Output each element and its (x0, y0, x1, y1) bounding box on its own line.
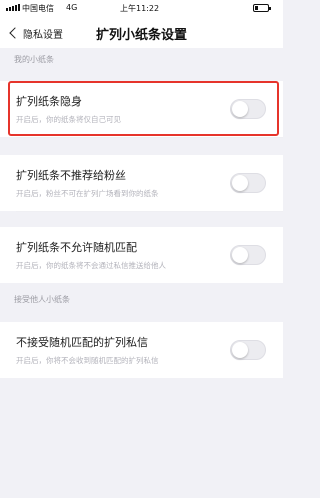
setting-label: 扩列纸条不推荐给粉丝 (16, 169, 126, 182)
back-button[interactable]: 隐私设置 (8, 24, 63, 42)
battery-icon (253, 4, 271, 12)
setting-label: 扩列纸条隐身 (16, 95, 82, 108)
nav-bar: 隐私设置 扩列小纸条设置 (0, 18, 283, 48)
setting-description: 开启后，粉丝不可在扩列广场看到你的纸条 (16, 189, 159, 198)
toggle-knob (232, 247, 248, 263)
toggle-knob (232, 175, 248, 191)
network-type: 4G (66, 3, 78, 12)
setting-row-reject-random-messages: 不接受随机匹配的扩列私信 开启后，你将不会收到随机匹配的扩列私信 (0, 322, 283, 378)
chevron-left-icon (9, 27, 21, 39)
status-bar: 中国电信 4G 上午11:22 (0, 0, 283, 18)
empty-area (0, 385, 283, 498)
toggle-knob (232, 342, 248, 358)
setting-row-no-recommend-fans: 扩列纸条不推荐给粉丝 开启后，粉丝不可在扩列广场看到你的纸条 (0, 155, 283, 211)
clock: 上午11:22 (120, 4, 160, 13)
setting-label: 扩列纸条不允许随机匹配 (16, 241, 137, 254)
setting-description: 开启后，你的纸条将不会通过私信推送给他人 (16, 261, 166, 270)
divider (16, 211, 283, 212)
toggle-knob (232, 101, 248, 117)
carrier-name: 中国电信 (22, 4, 54, 13)
section-header-my-notes: 我的小纸条 (14, 55, 54, 64)
setting-row-hide-notes: 扩列纸条隐身 开启后，你的纸条将仅自己可见 (0, 81, 283, 137)
reject-random-messages-toggle[interactable] (230, 340, 266, 360)
setting-label: 不接受随机匹配的扩列私信 (16, 336, 148, 349)
setting-description: 开启后，你将不会收到随机匹配的扩列私信 (16, 356, 159, 365)
divider (16, 137, 283, 138)
hide-notes-toggle[interactable] (230, 99, 266, 119)
page-title: 扩列小纸条设置 (96, 28, 188, 43)
no-recommend-fans-toggle[interactable] (230, 173, 266, 193)
setting-description: 开启后，你的纸条将仅自己可见 (16, 115, 121, 124)
no-random-match-toggle[interactable] (230, 245, 266, 265)
setting-row-no-random-match: 扩列纸条不允许随机匹配 开启后，你的纸条将不会通过私信推送给他人 (0, 227, 283, 283)
signal-icon (6, 4, 20, 11)
back-label: 隐私设置 (23, 29, 63, 41)
section-header-receive-notes: 接受他人小纸条 (14, 295, 70, 304)
